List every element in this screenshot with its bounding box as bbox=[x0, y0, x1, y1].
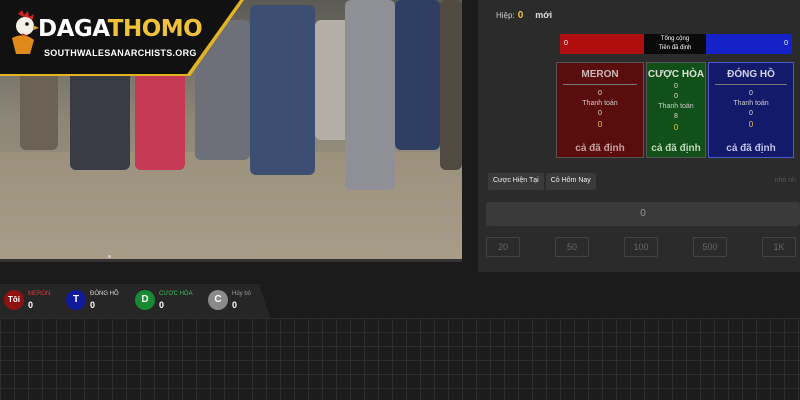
divider bbox=[563, 84, 637, 85]
chip-500[interactable]: 500 bbox=[693, 237, 727, 257]
totals-title-line1: Tổng cộng bbox=[660, 36, 690, 42]
bet-meron-amount: 0 bbox=[597, 120, 603, 129]
min-bet-label: nhỏ nh bbox=[774, 177, 796, 184]
round-info: Hiệp: 0 mới bbox=[496, 10, 552, 21]
bet-meron-payout-label: Thanh toán bbox=[582, 100, 618, 107]
bet-cuoc-hoa-name: CƯỢC HÒA bbox=[647, 69, 705, 80]
stat-meron-value: 0 bbox=[28, 300, 34, 310]
bet-dong-ho-value: 0 bbox=[749, 90, 753, 97]
video-indicator-dot bbox=[108, 255, 111, 258]
bet-dong-ho-payout-label: Thanh toán bbox=[733, 100, 769, 107]
logo-subtitle: SOUTHWALESANARCHISTS.ORG bbox=[44, 48, 197, 58]
brand-logo[interactable]: DAGATHOMO SOUTHWALESANARCHISTS.ORG bbox=[0, 0, 244, 76]
stat-cancelled-label: Hủy bỏ bbox=[232, 291, 252, 297]
chip-selector: 20 50 100 500 1K bbox=[486, 237, 800, 259]
app-root: DAGATHOMO SOUTHWALESANARCHISTS.ORG Hiệp:… bbox=[0, 0, 800, 400]
total-dong-ho: 0 bbox=[706, 34, 792, 54]
bet-cuoc-hoa-payout-label: Thanh toán bbox=[658, 103, 694, 110]
stat-meron-label: MERON bbox=[28, 291, 51, 297]
tab-today[interactable]: Cỏ Hôm Nay bbox=[545, 173, 596, 190]
bet-dong-ho-payout: 0 bbox=[749, 110, 753, 117]
logo-title: DAGATHOMO bbox=[38, 16, 203, 42]
stat-cuoc-hoa-badge: D bbox=[135, 290, 155, 310]
stat-meron-badge: Tôi bbox=[4, 290, 24, 310]
bet-cuoc-hoa-amount: 0 bbox=[673, 123, 679, 132]
chip-50[interactable]: 50 bbox=[555, 237, 589, 257]
chip-20[interactable]: 20 bbox=[486, 237, 520, 257]
stat-cancelled-badge: C bbox=[208, 290, 228, 310]
video-progress-line bbox=[0, 259, 462, 262]
bet-cuoc-hoa-value-top: 0 bbox=[674, 83, 678, 90]
bet-meron-name: MERON bbox=[581, 69, 619, 80]
stat-dong-ho-value: 0 bbox=[90, 300, 96, 310]
bet-option-meron[interactable]: MERON 0 Thanh toán 0 0 cả đã định bbox=[556, 62, 644, 158]
betting-panel: Hiệp: 0 mới 0 Tổng cộng Tiền đã định 0 MER… bbox=[478, 0, 800, 272]
bet-meron-value: 0 bbox=[598, 90, 602, 97]
stat-dong-ho-badge: T bbox=[66, 290, 86, 310]
round-label: Hiệp: bbox=[496, 11, 515, 20]
stat-dong-ho-label: ĐÓNG HỒ bbox=[90, 291, 119, 297]
stat-meron: Tôi MERON 0 bbox=[4, 288, 60, 314]
bet-meron-payout: 0 bbox=[598, 110, 602, 117]
totals-bar: 0 Tổng cộng Tiền đã định 0 bbox=[560, 34, 792, 54]
chip-1k[interactable]: 1K bbox=[762, 237, 796, 257]
stat-cuoc-hoa: D CƯỢC HÒA 0 bbox=[135, 288, 201, 314]
bet-cuoc-hoa-value: 0 bbox=[674, 93, 678, 100]
stat-cuoc-hoa-value: 0 bbox=[159, 300, 165, 310]
stat-cuoc-hoa-label: CƯỢC HÒA bbox=[159, 291, 193, 297]
bet-cuoc-hoa-fixed-label: cả đã định bbox=[651, 143, 701, 154]
bet-option-dong-ho[interactable]: ĐÓNG HỒ 0 Thanh toán 0 0 cả đã định bbox=[708, 62, 794, 158]
bet-amount-input[interactable]: 0 bbox=[486, 202, 800, 226]
totals-title-line2: Tiền đã định bbox=[658, 45, 692, 51]
totals-title: Tổng cộng Tiền đã định bbox=[644, 34, 706, 54]
chip-100[interactable]: 100 bbox=[624, 237, 658, 257]
stat-dong-ho: T ĐÓNG HỒ 0 bbox=[66, 288, 128, 314]
history-tabs: Cược Hiện Tại Cỏ Hôm Nay bbox=[488, 173, 598, 190]
stat-cancelled: C Hủy bỏ 0 bbox=[208, 288, 264, 314]
bet-dong-ho-fixed-label: cả đã định bbox=[726, 143, 776, 154]
round-number: 0 bbox=[517, 10, 524, 21]
total-meron: 0 bbox=[560, 34, 644, 54]
rooster-icon bbox=[12, 10, 39, 54]
result-stats: Tôi MERON 0 T ĐÓNG HỒ 0 D CƯỢC HÒA 0 C H… bbox=[0, 284, 270, 318]
bet-dong-ho-amount: 0 bbox=[748, 120, 754, 129]
tab-current-bets[interactable]: Cược Hiện Tại bbox=[488, 173, 544, 190]
stat-cancelled-value: 0 bbox=[232, 300, 238, 310]
bet-cuoc-hoa-payout: 8 bbox=[674, 113, 678, 120]
bet-meron-fixed-label: cả đã định bbox=[575, 143, 625, 154]
divider bbox=[715, 84, 787, 85]
round-status: mới bbox=[535, 10, 553, 20]
bet-dong-ho-name: ĐÓNG HỒ bbox=[727, 69, 775, 80]
bet-option-cuoc-hoa[interactable]: CƯỢC HÒA 0 0 Thanh toán 8 0 cả đã định bbox=[646, 62, 706, 158]
results-grid bbox=[0, 318, 800, 400]
